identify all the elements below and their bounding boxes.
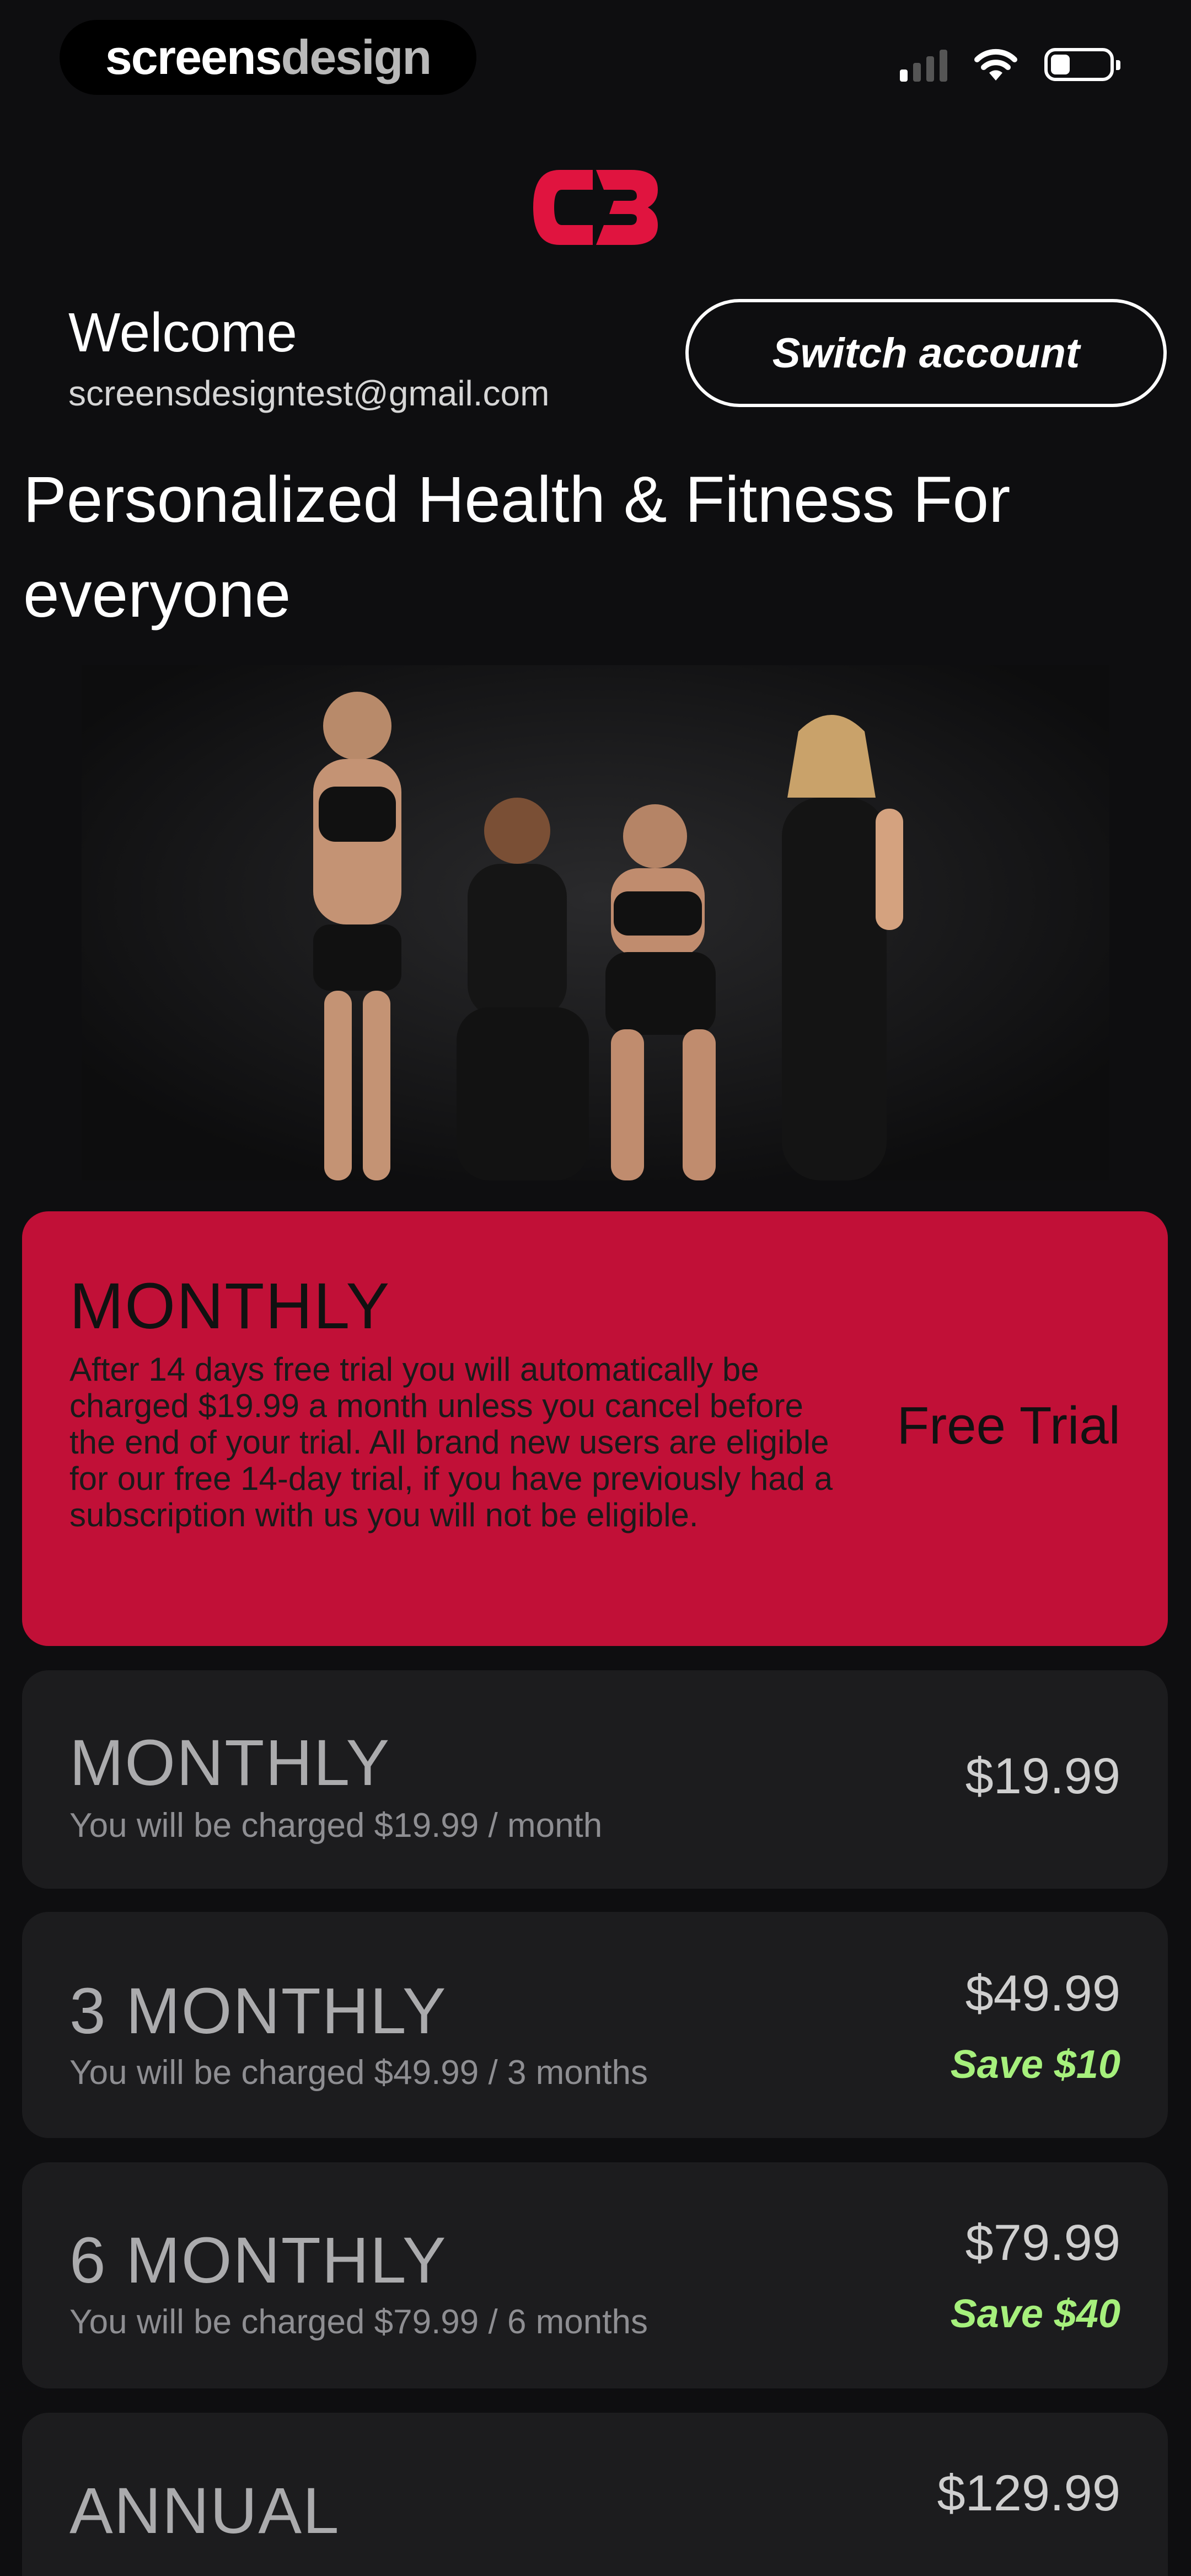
brand-logo-icon — [533, 170, 658, 245]
plan-card-annual[interactable]: ANNUAL $129.99 — [22, 2413, 1168, 2576]
plan-savings-badge: Save $10 — [950, 2043, 1120, 2087]
plan-name: MONTHLY — [69, 1270, 391, 1343]
account-email: screensdesigntest@gmail.com — [68, 373, 550, 413]
plan-name: 3 MONTHLY — [69, 1975, 447, 2048]
brand-part1: screens — [105, 30, 282, 84]
hero-image — [82, 665, 1109, 1180]
plan-description: After 14 days free trial you will automa… — [69, 1351, 833, 1533]
plan-description: You will be charged $19.99 / month — [69, 1807, 603, 1845]
plan-price: $129.99 — [937, 2465, 1120, 2521]
plan-card-free-trial[interactable]: MONTHLY After 14 days free trial you wil… — [22, 1211, 1168, 1646]
plan-card-6-monthly[interactable]: 6 MONTHLY You will be charged $79.99 / 6… — [22, 2162, 1168, 2388]
plan-price: $49.99 — [965, 1965, 1120, 2022]
plan-price: $79.99 — [965, 2215, 1120, 2271]
welcome-label: Welcome — [68, 302, 297, 364]
page-headline: Personalized Health & Fitness For everyo… — [23, 463, 1011, 631]
plan-price: Free Trial — [897, 1396, 1120, 1455]
plan-card-monthly[interactable]: MONTHLY You will be charged $19.99 / mon… — [22, 1670, 1168, 1889]
battery-icon — [1044, 48, 1120, 81]
plan-description: You will be charged $49.99 / 3 months — [69, 2054, 648, 2092]
brand-watermark: screens design — [60, 20, 476, 95]
plan-name: MONTHLY — [69, 1727, 391, 1799]
plan-savings-badge: Save $40 — [950, 2292, 1120, 2336]
status-bar: screens design — [0, 0, 1191, 110]
wifi-icon — [974, 49, 1017, 81]
plan-price: $19.99 — [965, 1748, 1120, 1804]
system-icons — [900, 47, 1120, 82]
plan-name: ANNUAL — [69, 2475, 340, 2547]
plan-name: 6 MONTHLY — [69, 2224, 447, 2297]
plan-description: You will be charged $79.99 / 6 months — [69, 2303, 648, 2341]
signal-icon — [900, 47, 947, 82]
plan-card-3-monthly[interactable]: 3 MONTHLY You will be charged $49.99 / 3… — [22, 1912, 1168, 2138]
brand-part2: design — [281, 30, 432, 84]
switch-account-button[interactable]: Switch account — [685, 299, 1167, 407]
